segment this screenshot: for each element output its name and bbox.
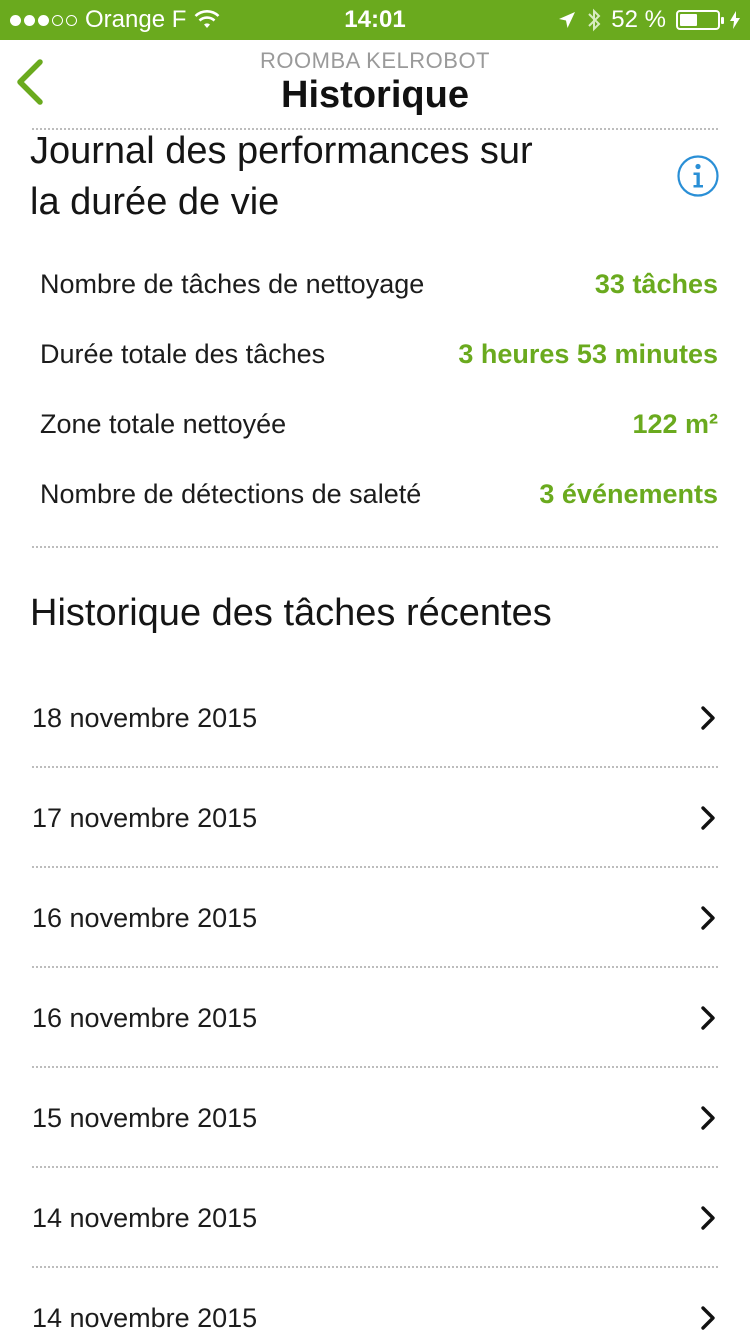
stat-row-tasks: Nombre de tâches de nettoyage 33 tâches [40,264,718,304]
history-title: Historique des tâches récentes [30,592,552,634]
history-item[interactable]: 16 novembre 2015 [32,868,718,968]
stat-value: 3 heures 53 minutes [458,338,718,369]
chevron-right-icon [701,806,715,830]
stat-label: Durée totale des tâches [40,338,326,369]
history-item[interactable]: 14 novembre 2015 [32,1268,718,1334]
stat-label: Zone totale nettoyée [40,408,287,439]
history-item-date: 14 novembre 2015 [32,1303,258,1333]
stat-row-dirt-detections: Nombre de détections de saleté 3 événeme… [40,474,718,514]
battery-icon [676,10,724,30]
info-circle-icon[interactable] [676,154,720,198]
charging-icon [730,11,740,29]
stat-value: 33 tâches [594,268,718,299]
nav-header: ROOMBA KELROBOT Historique [0,40,750,128]
stat-row-duration: Durée totale des tâches 3 heures 53 minu… [40,334,718,374]
robot-name: ROOMBA KELROBOT [260,48,490,73]
status-right: 52 % [557,6,740,34]
history-item[interactable]: 18 novembre 2015 [32,668,718,768]
stat-value: 3 événements [539,478,718,509]
history-item-date: 16 novembre 2015 [32,1003,258,1033]
page-title: Historique [281,74,469,116]
stat-value: 122 m² [632,408,718,439]
stat-label: Nombre de détections de saleté [40,478,422,509]
chevron-right-icon [701,1006,715,1030]
chevron-right-icon [701,706,715,730]
history-item-date: 16 novembre 2015 [32,903,258,933]
chevron-right-icon [701,1106,715,1130]
status-bar: Orange F 14:01 52 % [0,0,750,40]
history-item-date: 17 novembre 2015 [32,803,258,833]
history-item-date: 18 novembre 2015 [32,703,258,733]
history-item[interactable]: 14 novembre 2015 [32,1168,718,1268]
lifetime-title-line2: la durée de vie [30,181,280,223]
divider [32,546,718,548]
chevron-right-icon [701,1206,715,1230]
battery-percent: 52 % [611,6,666,33]
history-item[interactable]: 16 novembre 2015 [32,968,718,1068]
history-item-date: 15 novembre 2015 [32,1103,258,1133]
bluetooth-icon [588,8,601,32]
stat-row-area: Zone totale nettoyée 122 m² [40,404,718,444]
chevron-right-icon [701,1306,715,1330]
battery-level [680,14,697,26]
stat-label: Nombre de tâches de nettoyage [40,268,425,299]
location-arrow-icon [559,12,576,28]
history-item[interactable]: 17 novembre 2015 [32,768,718,868]
lifetime-title-line1: Journal des performances sur [30,130,533,172]
history-item[interactable]: 15 novembre 2015 [32,1068,718,1168]
history-item-date: 14 novembre 2015 [32,1203,258,1233]
chevron-right-icon [701,906,715,930]
